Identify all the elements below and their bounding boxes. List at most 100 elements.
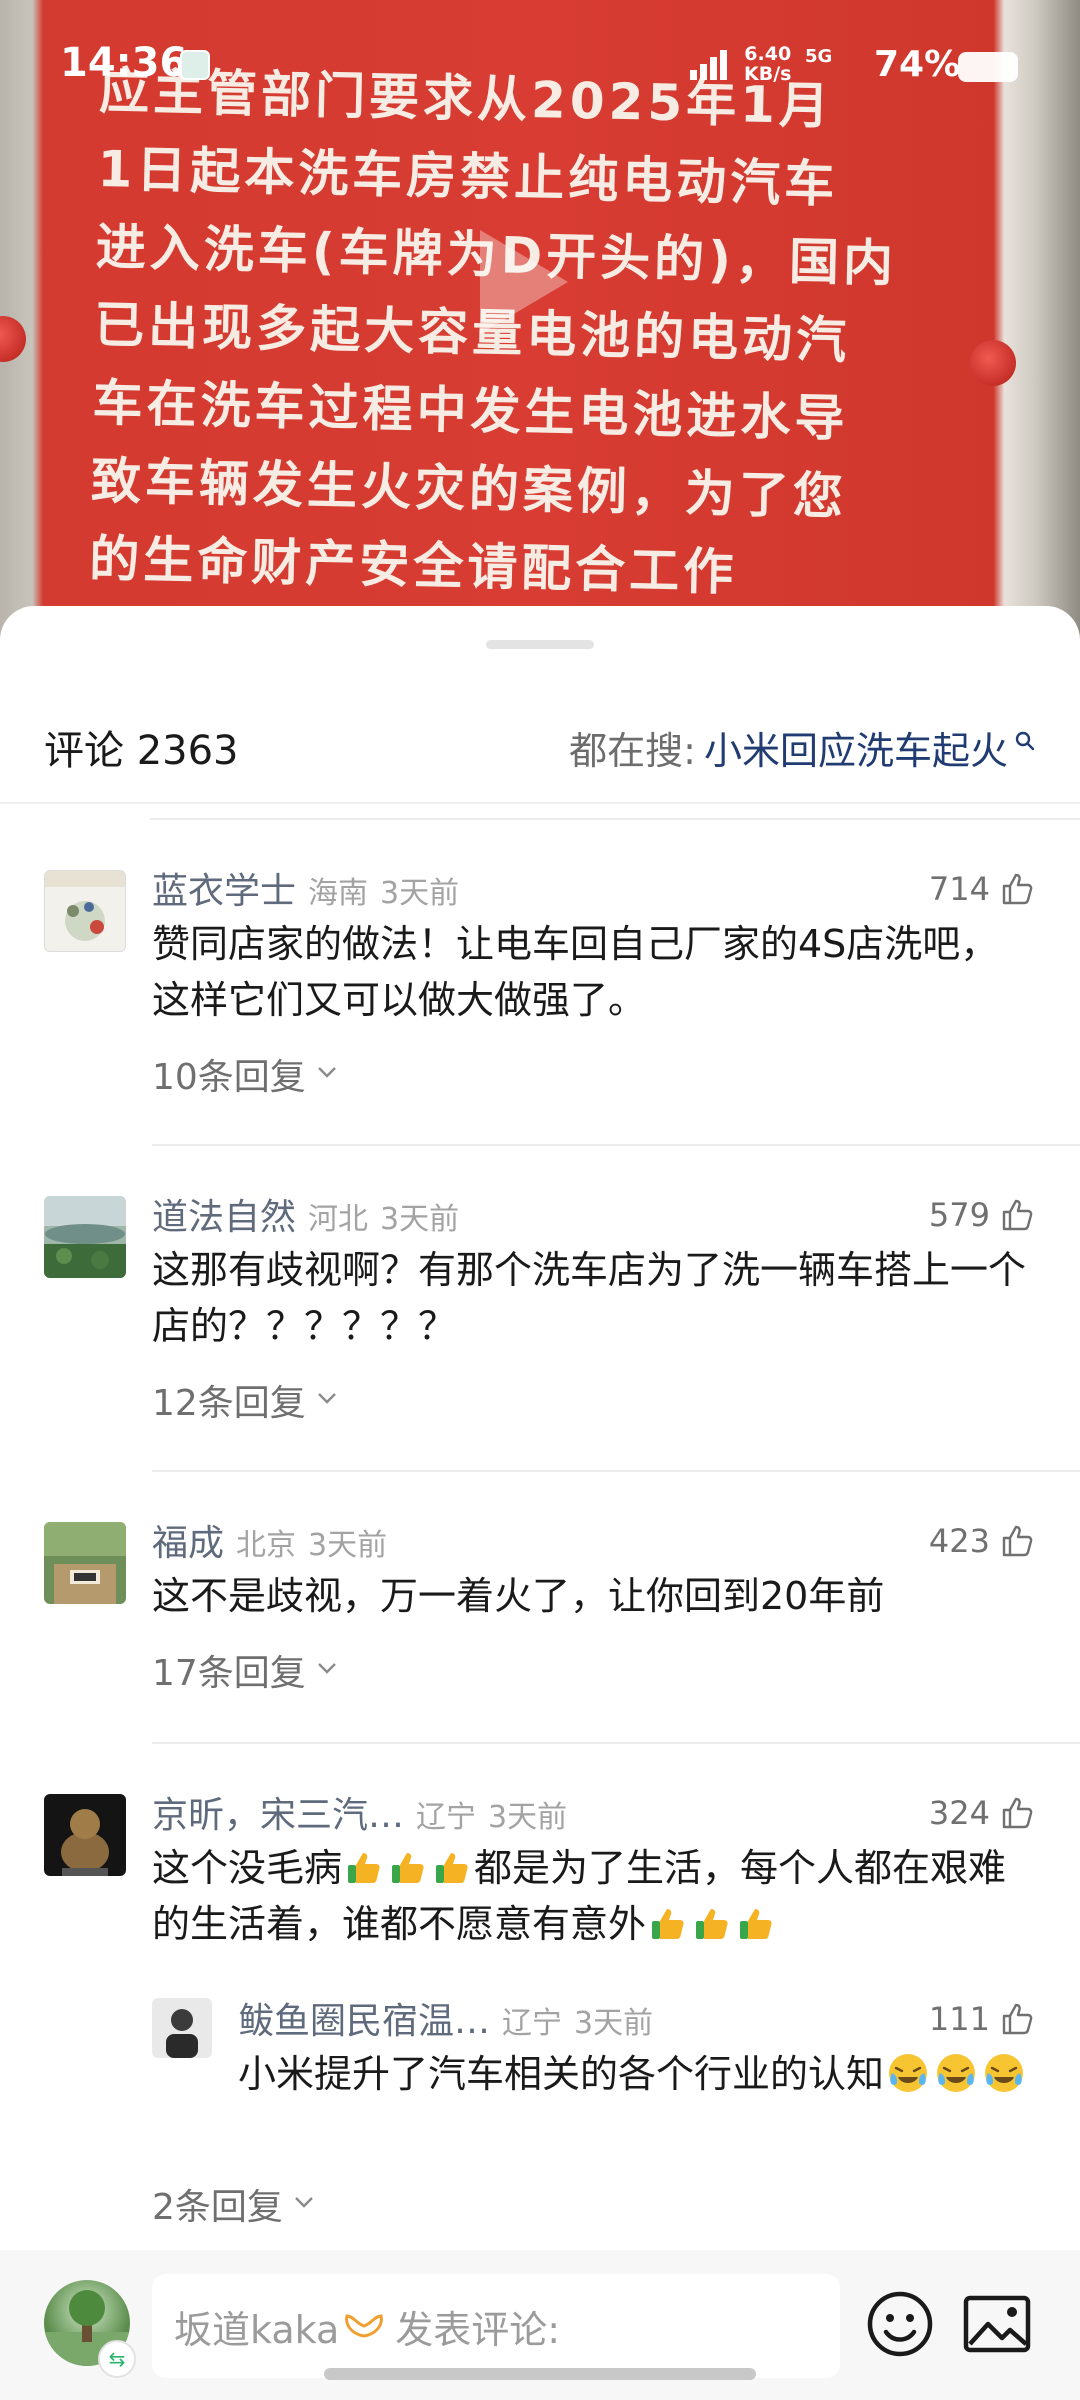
comment-time: 3天前 — [380, 1202, 460, 1237]
like-button[interactable]: 324 — [929, 1794, 1036, 1832]
drag-handle[interactable] — [486, 640, 594, 649]
comment-text: 这个没毛病 都是为了生活，每个人都在艰难的生活着，谁都不愿意有意外 — [152, 1840, 1036, 1952]
comment-location: 北京 — [236, 1528, 297, 1563]
comment-sheet: 评论 2363 都在搜: 小米回应洗车起火 蓝衣学士 海南 3天前 714 赞同… — [0, 606, 1080, 2400]
laugh-cry-emoji-icon — [937, 2054, 976, 2092]
like-button[interactable]: 579 — [929, 1196, 1036, 1234]
comment-username[interactable]: 京昕，宋三汽… — [152, 1786, 404, 1838]
network-type: 5G — [805, 46, 833, 67]
notification-icon — [180, 50, 210, 80]
comment-username[interactable]: 福成 — [152, 1514, 224, 1566]
comment-username[interactable]: 道法自然 — [152, 1188, 296, 1240]
thumbs-up-icon — [1002, 1199, 1033, 1231]
emoji-smile-icon[interactable] — [864, 2288, 936, 2360]
trending-search-term[interactable]: 小米回应洗车起火 — [704, 720, 1008, 775]
comment-text-part: 这个没毛病 — [152, 1846, 343, 1890]
thumbs-up-emoji-icon — [740, 1909, 772, 1939]
avatar[interactable] — [44, 1522, 126, 1604]
avatar[interactable] — [44, 1794, 126, 1876]
comment-location: 辽宁 — [416, 1800, 477, 1835]
avatar-image — [44, 1196, 126, 1278]
status-bar: 14:36 6.40 KB/s 5G 74% — [0, 0, 1080, 130]
comment-text: 这不是歧视，万一着火了，让你回到20年前 — [152, 1574, 885, 1618]
avatar[interactable] — [152, 1998, 212, 2058]
comment-meta: 福成 北京 3天前 — [152, 1514, 1036, 1566]
view-replies-button[interactable]: 10条回复 — [152, 1048, 1036, 1100]
view-replies-button[interactable]: 17条回复 — [152, 1644, 1036, 1696]
reply-username[interactable]: 鲅鱼圈民宿温… — [238, 1992, 490, 2044]
like-count: 579 — [928, 1196, 990, 1234]
comment-text: 这那有歧视啊？有那个洗车店为了洗一辆车搭上一个店的？？？？？？ — [152, 1248, 1027, 1348]
brand-logo-icon — [345, 2314, 384, 2338]
laugh-cry-emoji-icon — [985, 2054, 1024, 2092]
reply-text: 小米提升了汽车相关的各个行业的认知 — [238, 2046, 1036, 2102]
avatar-image — [45, 871, 125, 941]
reply-count: 17条回复 — [152, 1653, 306, 1694]
comment-body: 道法自然 河北 3天前 579 这那有歧视啊？有那个洗车店为了洗一辆车搭上一个店… — [152, 1188, 1036, 1426]
switch-account-badge[interactable]: ⇆ — [98, 2340, 136, 2378]
trending-search-label: 都在搜: — [569, 729, 696, 773]
chevron-down-icon — [295, 2197, 313, 2208]
input-username: 坂道kaka — [174, 2307, 340, 2352]
view-replies-button[interactable]: 2条回复 — [152, 2178, 315, 2230]
like-button[interactable]: 423 — [929, 1522, 1036, 1560]
comment-body: 福成 北京 3天前 423 这不是歧视，万一着火了，让你回到20年前 17条回复 — [152, 1514, 1036, 1696]
avatar-image — [44, 1522, 126, 1604]
reply-count: 2条回复 — [152, 2187, 283, 2228]
thumbs-up-emoji-icon — [348, 1853, 380, 1883]
trending-search[interactable]: 都在搜: 小米回应洗车起火 — [569, 720, 1036, 775]
battery-icon — [958, 52, 1018, 82]
comment-body: 蓝衣学士 海南 3天前 714 赞同店家的做法！让电车回自己厂家的4S店洗吧，这… — [152, 862, 1036, 1100]
avatar-image — [44, 1794, 126, 1876]
battery-percent: 74% — [874, 44, 961, 85]
comment-time: 3天前 — [308, 1528, 388, 1563]
divider — [152, 1742, 1080, 1744]
thumbs-up-icon — [1002, 2003, 1033, 2035]
comment-time: 3天前 — [488, 1800, 568, 1835]
chevron-down-icon — [317, 1663, 336, 1674]
comment-location: 海南 — [308, 876, 369, 911]
header-divider — [0, 802, 1080, 804]
thumbs-up-icon — [1002, 1525, 1033, 1557]
net-speed: 6.40 KB/s — [744, 44, 791, 84]
reply-meta: 鲅鱼圈民宿温… 辽宁 3天前 — [238, 1992, 1036, 2044]
signal-icon — [690, 50, 730, 80]
reply-count: 10条回复 — [152, 1057, 306, 1098]
comment-input[interactable]: 坂道kaka 发表评论: — [152, 2274, 840, 2378]
avatar-image — [152, 1998, 212, 2058]
avatar[interactable] — [44, 870, 126, 952]
view-replies-button[interactable]: 12条回复 — [152, 1374, 1036, 1426]
thumbs-up-emoji-icon — [696, 1909, 728, 1939]
comment-header: 评论 2363 都在搜: 小米回应洗车起火 — [0, 718, 1080, 798]
like-button[interactable]: 714 — [929, 870, 1036, 908]
chevron-down-icon — [317, 1067, 336, 1078]
thumbs-up-emoji-icon — [436, 1853, 468, 1883]
net-speed-unit: KB/s — [744, 63, 792, 85]
home-indicator[interactable] — [324, 2368, 756, 2380]
divider — [152, 1144, 1080, 1146]
divider — [152, 1470, 1080, 1472]
comment-location: 河北 — [308, 1202, 369, 1237]
image-icon[interactable] — [962, 2292, 1032, 2356]
input-placeholder: 发表评论: — [395, 2307, 561, 2352]
avatar[interactable] — [44, 1196, 126, 1278]
thumbs-up-icon — [1002, 1797, 1033, 1829]
comment-meta: 蓝衣学士 海南 3天前 — [152, 862, 1036, 914]
comment-username[interactable]: 蓝衣学士 — [152, 862, 296, 914]
like-count: 111 — [928, 2000, 990, 2038]
comment-text: 赞同店家的做法！让电车回自己厂家的4S店洗吧，这样它们又可以做大做强了。 — [152, 922, 999, 1022]
status-time: 14:36 — [60, 40, 188, 86]
like-count: 423 — [928, 1522, 990, 1560]
like-count: 714 — [928, 870, 990, 908]
like-button[interactable]: 111 — [929, 2000, 1036, 2038]
comment-meta: 京昕，宋三汽… 辽宁 3天前 — [152, 1786, 1036, 1838]
chevron-down-icon — [317, 1393, 336, 1404]
poster-pin — [0, 316, 26, 362]
reply-text-content: 小米提升了汽车相关的各个行业的认知 — [238, 2052, 885, 2096]
net-speed-value: 6.40 — [744, 43, 792, 65]
thumbs-up-emoji-icon — [652, 1909, 684, 1939]
play-icon[interactable] — [480, 230, 568, 334]
thumbs-up-emoji-icon — [392, 1853, 424, 1883]
search-icon — [1015, 731, 1035, 750]
reply-location: 辽宁 — [502, 2006, 563, 2041]
